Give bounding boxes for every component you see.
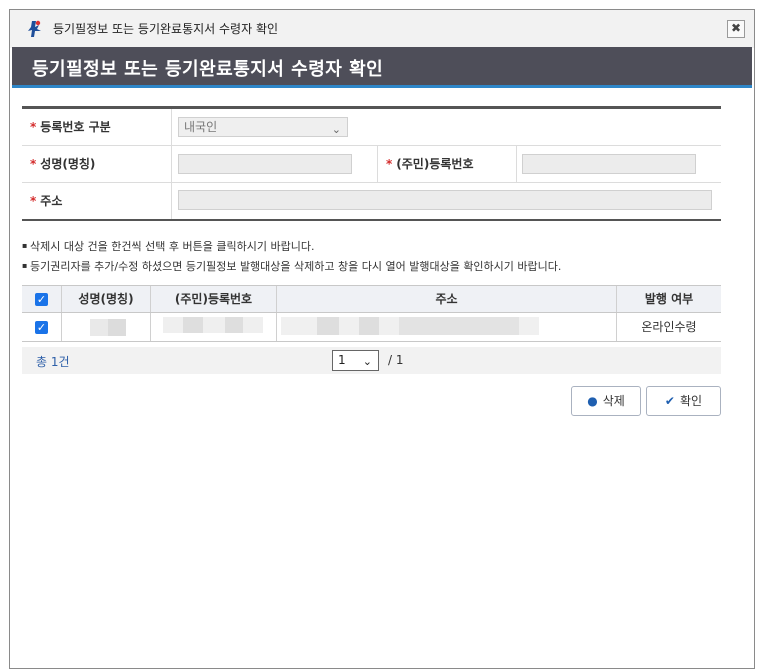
- masked-address: [317, 317, 339, 335]
- reg-type-label: * 등록번호 구분: [22, 109, 172, 145]
- dialog-window: 등기필정보 또는 등기완료통지서 수령자 확인 ✖ 등기필정보 또는 등기완료통…: [9, 9, 755, 669]
- masked-address: [399, 317, 519, 335]
- required-mark: *: [30, 120, 37, 134]
- table-header: ✓ 성명(명칭) (주민)등록번호 주소 발행 여부: [22, 286, 721, 313]
- column-header-address[interactable]: 주소: [277, 286, 617, 312]
- name-cell: [62, 313, 151, 341]
- form-row-reg-type: * 등록번호 구분 내국인 ⌄: [22, 109, 721, 146]
- check-icon: ✔: [664, 394, 675, 408]
- id-number-field[interactable]: [522, 154, 696, 174]
- window-title: 등기필정보 또는 등기완료통지서 수령자 확인: [53, 22, 279, 36]
- notice-item: 등기권리자를 추가/수정 하셨으면 등기필정보 발행대상을 삭제하고 창을 다시…: [22, 256, 561, 276]
- id-label: * (주민)등록번호: [377, 146, 517, 182]
- page-title: 등기필정보 또는 등기완료통지서 수령자 확인: [32, 59, 384, 80]
- circle-icon: ●: [587, 394, 598, 408]
- page-header: 등기필정보 또는 등기완료통지서 수령자 확인: [12, 47, 752, 88]
- notice-list: 삭제시 대상 건을 한건씩 선택 후 버튼을 클릭하시기 바랍니다. 등기권리자…: [22, 236, 561, 276]
- masked-name: [108, 319, 126, 336]
- masked-id: [183, 317, 203, 333]
- select-all-checkbox[interactable]: ✓: [35, 293, 48, 306]
- form-row-name-id: * 성명(명칭) * (주민)등록번호: [22, 146, 721, 183]
- address-cell: [277, 313, 617, 341]
- reg-type-value: 내국인: [184, 120, 218, 134]
- chevron-down-icon: ⌄: [362, 355, 372, 368]
- total-count: 총 1건: [36, 355, 70, 369]
- table-footer: 총 1건 1 ⌄ / 1: [22, 347, 721, 374]
- issue-status-cell: 온라인수령: [641, 320, 697, 334]
- row-checkbox[interactable]: ✓: [35, 321, 48, 334]
- name-label: * 성명(명칭): [22, 146, 172, 182]
- page-total: / 1: [388, 353, 404, 367]
- app-logo-icon: [28, 20, 41, 37]
- page-value: 1: [338, 353, 346, 367]
- row-checkbox-cell: ✓: [22, 313, 62, 341]
- column-header-id[interactable]: (주민)등록번호: [151, 286, 277, 312]
- masked-id: [163, 317, 263, 333]
- masked-id: [225, 317, 243, 333]
- id-cell: [151, 313, 277, 341]
- name-field[interactable]: [178, 154, 352, 174]
- column-header-name[interactable]: 성명(명칭): [62, 286, 151, 312]
- chevron-down-icon: ⌄: [331, 123, 341, 136]
- address-field[interactable]: [178, 190, 712, 210]
- notice-item: 삭제시 대상 건을 한건씩 선택 후 버튼을 클릭하시기 바랍니다.: [22, 236, 561, 256]
- page-select[interactable]: 1 ⌄: [332, 350, 379, 371]
- title-bar: 등기필정보 또는 등기완료통지서 수령자 확인 ✖: [10, 10, 754, 48]
- recipient-table: ✓ 성명(명칭) (주민)등록번호 주소 발행 여부 ✓ 온라인수령: [22, 285, 721, 342]
- reg-type-select[interactable]: 내국인 ⌄: [178, 117, 348, 137]
- delete-button[interactable]: ● 삭제: [571, 386, 641, 416]
- masked-address: [359, 317, 379, 335]
- form-row-address: * 주소: [22, 183, 721, 219]
- address-label: * 주소: [22, 183, 172, 219]
- table-row[interactable]: ✓ 온라인수령: [22, 313, 721, 342]
- confirm-button[interactable]: ✔ 확인: [646, 386, 721, 416]
- header-checkbox-cell: ✓: [22, 286, 62, 312]
- recipient-form: * 등록번호 구분 내국인 ⌄ * 성명(명칭) * (주민)등록번호 * 주소: [22, 106, 721, 221]
- close-icon[interactable]: ✖: [727, 20, 745, 38]
- column-header-issue[interactable]: 발행 여부: [617, 286, 721, 312]
